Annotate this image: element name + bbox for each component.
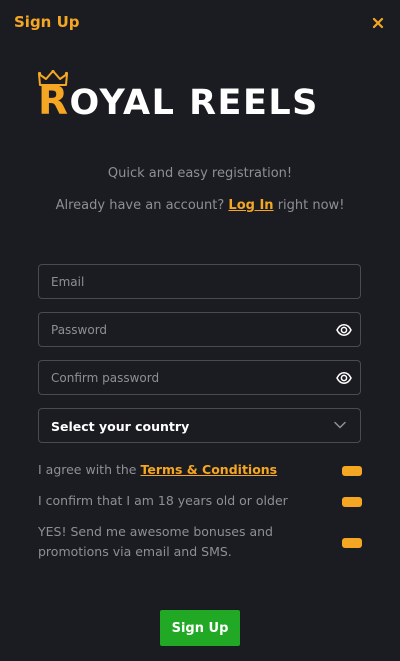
password-field-wrapper [38,312,361,347]
close-icon[interactable] [371,15,385,29]
terms-link[interactable]: Terms & Conditions [140,462,277,477]
terms-prefix: I agree with the [38,462,137,477]
confirm-password-field[interactable] [51,361,321,394]
royal-reels-logo: ROYAL REELS [38,70,358,124]
eye-icon[interactable] [336,370,352,386]
login-prefix: Already have an account? [55,198,225,213]
login-link[interactable]: Log In [228,198,273,213]
promo-opt-in-row: YES! Send me awesome bonuses and promoti… [38,522,362,562]
email-field[interactable] [51,265,321,298]
country-select[interactable]: Select your country [38,408,361,443]
chevron-down-icon [334,421,346,429]
terms-agreement-row: I agree with the Terms & Conditions [38,460,362,480]
signup-modal: Sign Up ROYAL REELS Quick and easy regis… [0,0,400,661]
sign-up-button[interactable]: Sign Up [160,610,240,646]
terms-toggle[interactable] [342,466,362,476]
login-prompt: Already have an account? Log In right no… [0,198,400,213]
modal-title: Sign Up [14,13,80,31]
age-label: I confirm that I am 18 years old or olde… [38,493,288,508]
country-select-value: Select your country [51,419,190,434]
promo-label: YES! Send me awesome bonuses and promoti… [38,524,273,559]
logo-rest: OYAL REELS [69,83,319,123]
login-suffix: right now! [277,198,345,213]
password-field[interactable] [51,313,321,346]
registration-tagline: Quick and easy registration! [107,166,293,181]
eye-icon[interactable] [336,322,352,338]
logo-wordmark: ROYAL REELS [38,79,319,124]
email-field-wrapper [38,264,361,299]
terms-label: I agree with the Terms & Conditions [38,460,328,480]
age-toggle[interactable] [342,497,362,507]
confirm-password-field-wrapper [38,360,361,395]
age-confirmation-row: I confirm that I am 18 years old or olde… [38,491,362,511]
logo-first-letter: R [38,79,70,124]
promo-toggle[interactable] [342,538,362,548]
